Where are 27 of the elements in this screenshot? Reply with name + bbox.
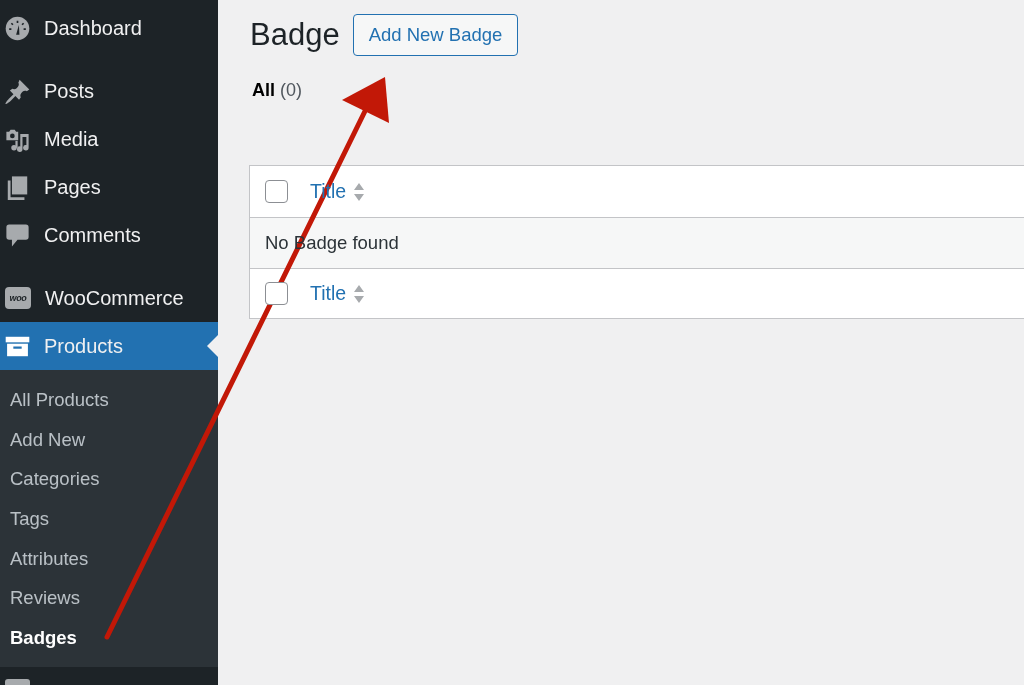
submenu-item[interactable]: Tags: [0, 499, 218, 539]
current-page-pointer: [207, 335, 218, 357]
submenu-item[interactable]: Categories: [0, 459, 218, 500]
speech-bubble-icon: [5, 222, 30, 248]
sidebar-menu-item[interactable]: Media: [0, 115, 218, 163]
sidebar-menu-item[interactable]: woo WooCommerce: [0, 274, 218, 322]
submenu-item[interactable]: Attributes: [0, 538, 218, 579]
menu-icon: [5, 678, 30, 685]
sidebar-menu-item[interactable]: Posts: [0, 67, 218, 115]
submenu-item[interactable]: All Products: [0, 380, 218, 420]
view-filter-link[interactable]: All (0): [252, 80, 303, 101]
submenu-item[interactable]: Badges: [0, 618, 218, 658]
pushpin-icon: [5, 78, 30, 104]
select-all-checkbox[interactable]: [265, 180, 288, 203]
pages-icon: [5, 174, 30, 200]
select-all-checkbox[interactable]: [265, 282, 288, 305]
store-logo: woo: [5, 287, 31, 309]
sidebar-menu-item[interactable]: Pages: [0, 163, 218, 211]
sidebar-menu-item[interactable]: Products: [0, 322, 218, 370]
submenu-item[interactable]: Reviews: [0, 578, 218, 619]
gauge-icon: [5, 15, 30, 41]
submenu-item[interactable]: Add New: [0, 419, 218, 460]
page-title: Badge: [250, 17, 340, 53]
add-new-button[interactable]: Add New Badge: [352, 14, 519, 56]
column-header-link[interactable]: Title: [310, 282, 366, 305]
sidebar-menu-item[interactable]: Comments: [0, 211, 218, 259]
sidebar-menu-item[interactable]: Dashboard: [0, 4, 218, 52]
